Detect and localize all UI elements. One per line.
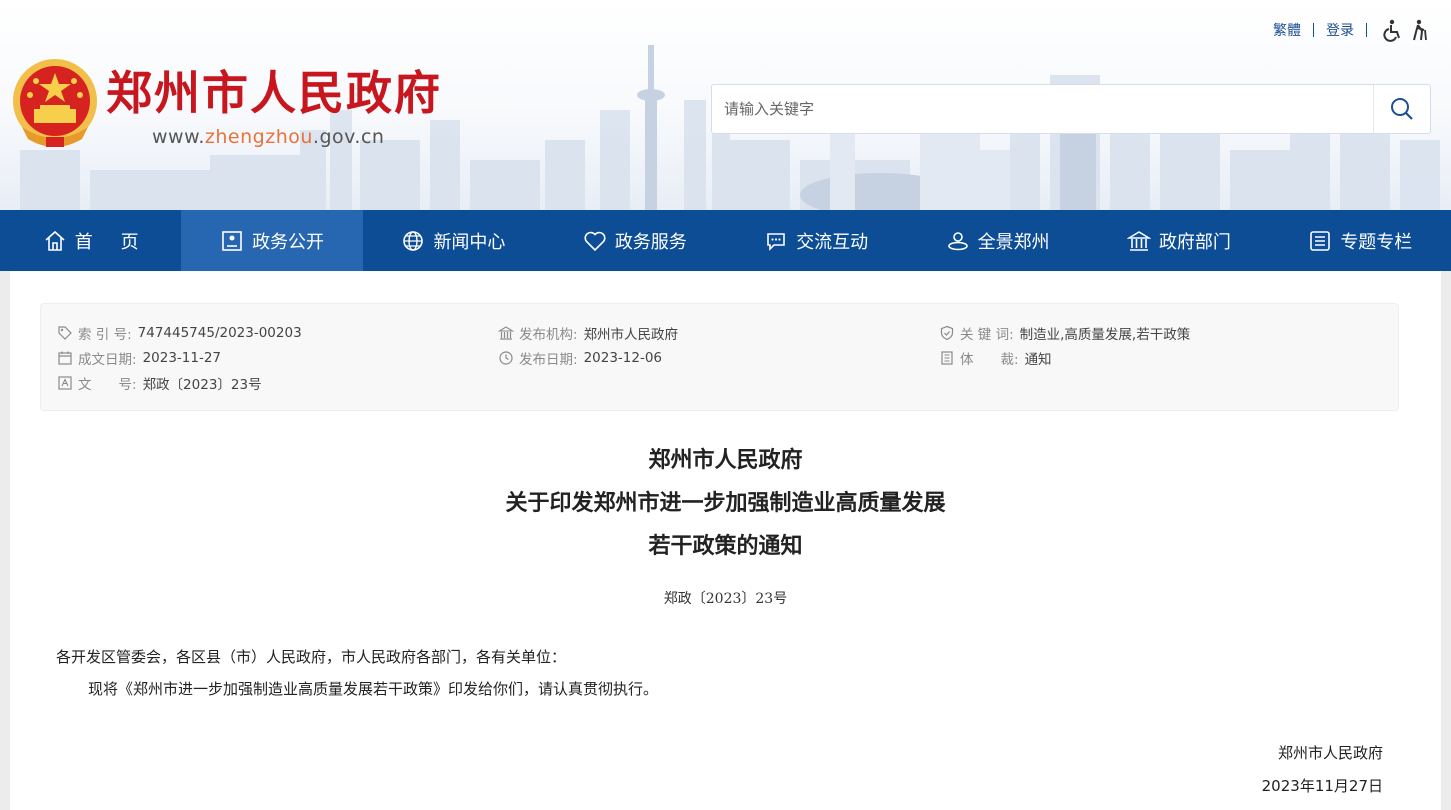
meta-value: 郑州市人民政府: [583, 326, 679, 343]
nav-item-gov-departments[interactable]: 政府部门: [1088, 210, 1269, 271]
document-number: 郑政〔2023〕23号: [663, 591, 788, 607]
search-icon: [1391, 98, 1413, 120]
meta-genre: 体 裁: 通知: [939, 345, 1190, 370]
national-emblem-icon: [13, 59, 97, 147]
traditional-chinese-link[interactable]: 繁體: [1273, 20, 1301, 40]
meta-label: 成文日期:: [78, 351, 137, 368]
meta-value: 747445745/2023-00203: [137, 324, 302, 341]
panorama-icon: [947, 231, 968, 250]
document-title-line-1: 郑州市人民政府: [648, 447, 803, 473]
document-signature: 郑州市人民政府: [1277, 744, 1383, 762]
site-url: www.zhengzhou.gov.cn: [152, 126, 384, 148]
site-url-suffix: .gov.cn: [312, 126, 385, 148]
meta-label: 发布机构:: [519, 326, 578, 343]
meta-value: 2023-11-27: [142, 349, 222, 366]
meta-publisher: 发布机构: 郑州市人民政府: [498, 320, 678, 345]
building-icon: [498, 325, 514, 340]
clock-icon: [499, 350, 513, 365]
nav-item-news-center[interactable]: 新闻中心: [363, 210, 544, 271]
tag-icon: [58, 325, 72, 340]
government-building-icon: [1126, 230, 1151, 251]
search-input[interactable]: [712, 85, 1373, 133]
meta-label: 索 引 号:: [78, 326, 132, 343]
nav-item-gov-affairs-disclosure[interactable]: 政务公开: [181, 210, 363, 271]
document-metadata: 索 引 号: 747445745/2023-00203 成文日期: 2023-1…: [40, 303, 1399, 411]
search-button[interactable]: [1373, 85, 1430, 133]
divider: [1313, 23, 1314, 37]
site-title[interactable]: 郑州市人民政府: [106, 62, 442, 124]
nav-item-interaction[interactable]: 交流互动: [726, 210, 907, 271]
meta-value: 2023-12-06: [583, 349, 663, 366]
document-icon: [222, 230, 242, 251]
meta-label: 发布日期:: [519, 351, 578, 368]
globe-icon: [403, 230, 424, 251]
chat-icon: [767, 232, 785, 251]
article-content: 索 引 号: 747445745/2023-00203 成文日期: 2023-1…: [10, 271, 1441, 810]
nav-item-label: 政务公开: [252, 231, 325, 253]
list-icon: [1310, 230, 1331, 251]
nav-item-label: 新闻中心: [433, 231, 506, 253]
document-date: 2023年11月27日: [1261, 777, 1383, 795]
nav-item-label: 政务服务: [614, 231, 687, 253]
wheelchair-accessibility-icon[interactable]: [1381, 18, 1403, 42]
site-url-domain: zhengzhou: [204, 126, 313, 148]
nav-item-home[interactable]: 首页: [0, 210, 181, 271]
nav-item-gov-services[interactable]: 政务服务: [544, 210, 725, 271]
meta-value: 通知: [1024, 351, 1052, 368]
heart-icon: [584, 231, 606, 251]
metadata-column-2: 发布机构: 郑州市人民政府 发布日期: 2023-12-06: [498, 320, 678, 370]
meta-created-date: 成文日期: 2023-11-27: [57, 345, 302, 370]
nav-item-label: 全景郑州: [977, 231, 1050, 253]
nav-item-label: 交流互动: [796, 231, 869, 253]
document-salutation: 各开发区管委会，各区县（市）人民政府，市人民政府各部门，各有关单位：: [56, 648, 567, 666]
nav-item-label: 首页: [74, 231, 167, 253]
divider: [1366, 23, 1367, 37]
document-title-line-3: 若干政策的通知: [648, 533, 803, 559]
site-header: 郑州市人民政府 www.zhengzhou.gov.cn 繁體 登录: [0, 0, 1451, 210]
home-icon: [45, 230, 65, 251]
meta-label: 文 号:: [78, 376, 137, 393]
metadata-column-3: 关 键 词: 制造业,高质量发展,若干政策 体 裁: 通知: [939, 320, 1190, 370]
meta-value: 郑政〔2023〕23号: [142, 376, 262, 393]
login-link[interactable]: 登录: [1326, 20, 1354, 40]
meta-published-date: 发布日期: 2023-12-06: [498, 345, 678, 370]
nav-item-label: 政府部门: [1158, 231, 1231, 253]
meta-label: 体 裁:: [960, 351, 1019, 368]
document-title-line-2: 关于印发郑州市进一步加强制造业高质量发展: [505, 490, 946, 516]
meta-index-number: 索 引 号: 747445745/2023-00203: [57, 320, 302, 345]
search-box: [711, 84, 1431, 134]
meta-label: 关 键 词:: [960, 326, 1014, 343]
nav-item-panorama[interactable]: 全景郑州: [907, 210, 1088, 271]
elderly-mode-icon[interactable]: [1409, 18, 1431, 42]
document-lines-icon: [941, 350, 953, 365]
nav-item-special-topics[interactable]: 专题专栏: [1270, 210, 1451, 271]
top-links: 繁體 登录: [1273, 16, 1431, 44]
calendar-icon: [58, 351, 72, 365]
meta-document-number: 文 号: 郑政〔2023〕23号: [57, 370, 302, 395]
meta-value: 制造业,高质量发展,若干政策: [1019, 326, 1191, 343]
site-url-prefix: www.: [152, 126, 205, 148]
metadata-column-1: 索 引 号: 747445745/2023-00203 成文日期: 2023-1…: [57, 320, 302, 395]
document-body-paragraph: 现将《郑州市进一步加强制造业高质量发展若干政策》印发给你们，请认真贯彻执行。: [88, 680, 659, 698]
meta-keywords: 关 键 词: 制造业,高质量发展,若干政策: [939, 320, 1190, 345]
document-text-icon: [58, 375, 72, 390]
main-nav: 首页 政务公开 新闻中心 政务服务 交流互动 全景郑州 政府部门 专题专栏: [0, 210, 1451, 271]
nav-item-label: 专题专栏: [1340, 231, 1413, 253]
shield-check-icon: [940, 325, 954, 340]
